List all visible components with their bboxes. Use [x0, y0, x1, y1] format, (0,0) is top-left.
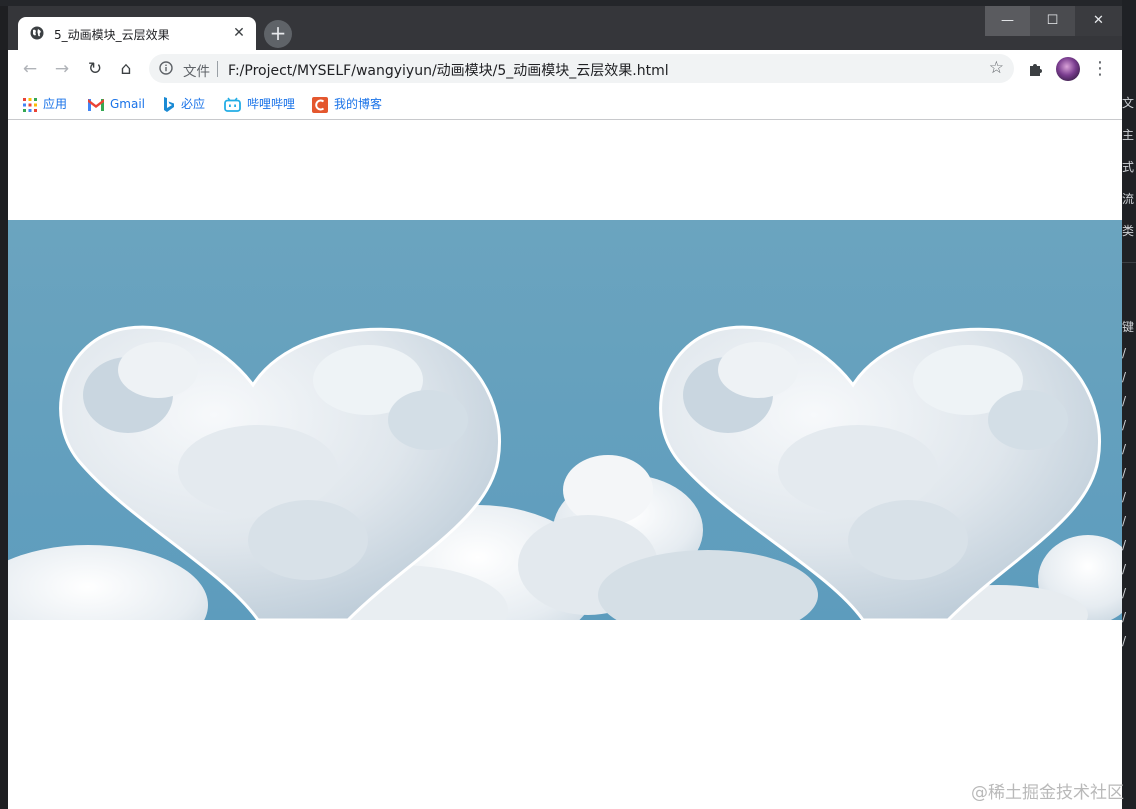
editor-text: / [1122, 538, 1127, 552]
apps-grid-icon [23, 97, 37, 112]
editor-text: / [1122, 586, 1127, 600]
editor-text: 文 [1122, 96, 1135, 110]
info-icon[interactable] [159, 61, 173, 75]
bookmark-gmail[interactable]: Gmail [88, 94, 145, 114]
title-bar: 5_动画模块_云层效果 ✕ + — ☐ ✕ [8, 6, 1122, 50]
bing-icon [164, 96, 174, 112]
editor-text: 主 [1122, 128, 1135, 142]
editor-text: / [1122, 490, 1127, 504]
maximize-button[interactable]: ☐ [1030, 6, 1075, 36]
editor-text: / [1122, 466, 1127, 480]
home-button[interactable]: ⌂ [116, 59, 136, 79]
editor-text: / [1122, 634, 1127, 648]
editor-divider [1122, 262, 1136, 263]
editor-text: 式 [1122, 160, 1135, 174]
bookmark-bing[interactable]: 必应 [163, 94, 205, 114]
heart-clouds-image [8, 220, 1122, 620]
bookmark-label: 哔哩哔哩 [247, 97, 296, 111]
editor-text: / [1122, 610, 1127, 624]
forward-button[interactable]: → [52, 59, 72, 79]
close-window-button[interactable]: ✕ [1075, 6, 1122, 36]
editor-text: / [1122, 562, 1127, 576]
browser-toolbar: ← → ↻ ⌂ 文件 F:/Project/MYSELF/wangyiyun/动… [8, 50, 1122, 88]
bookmark-label: Gmail [110, 97, 146, 111]
browser-window: 5_动画模块_云层效果 ✕ + — ☐ ✕ ← → ↻ ⌂ 文件 F:/Proj… [8, 6, 1122, 809]
url-text[interactable]: F:/Project/MYSELF/wangyiyun/动画模块/5_动画模块_… [228, 60, 669, 80]
bookmark-label: 我的博客 [334, 97, 383, 111]
bookmark-apps[interactable]: 应用 [23, 94, 67, 114]
bookmark-star-icon[interactable]: ☆ [989, 58, 1004, 78]
csdn-icon [312, 96, 328, 113]
address-bar[interactable]: 文件 F:/Project/MYSELF/wangyiyun/动画模块/5_动画… [149, 54, 1014, 83]
editor-text: / [1122, 346, 1127, 360]
tab-active[interactable]: 5_动画模块_云层效果 ✕ [18, 17, 256, 50]
bilibili-icon [224, 97, 241, 112]
bookmarks-bar: 应用 Gmail 必应 哔哩哔哩 我的博客 [8, 88, 1122, 120]
page-content [8, 120, 1122, 809]
reload-button[interactable]: ↻ [85, 59, 105, 79]
globe-icon [30, 26, 44, 40]
editor-text: 键 [1122, 320, 1135, 334]
editor-text: / [1122, 418, 1127, 432]
watermark: @稀土掘金技术社区 [971, 783, 1124, 803]
heart-clouds-banner [8, 220, 1122, 620]
close-tab-icon[interactable]: ✕ [230, 24, 248, 42]
security-label: 文件 [183, 64, 210, 80]
editor-text: / [1122, 514, 1127, 528]
tab-title: 5_动画模块_云层效果 [54, 28, 170, 42]
back-button[interactable]: ← [20, 59, 40, 79]
new-tab-button[interactable]: + [264, 20, 292, 48]
extensions-puzzle-icon[interactable] [1027, 60, 1045, 78]
bookmark-blog[interactable]: 我的博客 [312, 94, 382, 114]
editor-text: / [1122, 442, 1127, 456]
gmail-icon [88, 98, 104, 111]
profile-avatar[interactable] [1056, 57, 1080, 81]
divider [217, 61, 218, 77]
bookmark-label: 应用 [43, 97, 68, 111]
bookmark-bilibili[interactable]: 哔哩哔哩 [224, 94, 295, 114]
editor-text: / [1122, 394, 1127, 408]
editor-text: / [1122, 370, 1127, 384]
editor-text: 流 [1122, 192, 1135, 206]
minimize-button[interactable]: — [985, 6, 1030, 36]
editor-text: 类 [1122, 224, 1135, 238]
bookmark-label: 必应 [181, 97, 206, 111]
browser-menu-button[interactable]: ⋮ [1091, 58, 1109, 80]
background-editor-window: 文 主 式 流 类 键 / / / / / / / / / / / / / [1122, 0, 1136, 809]
